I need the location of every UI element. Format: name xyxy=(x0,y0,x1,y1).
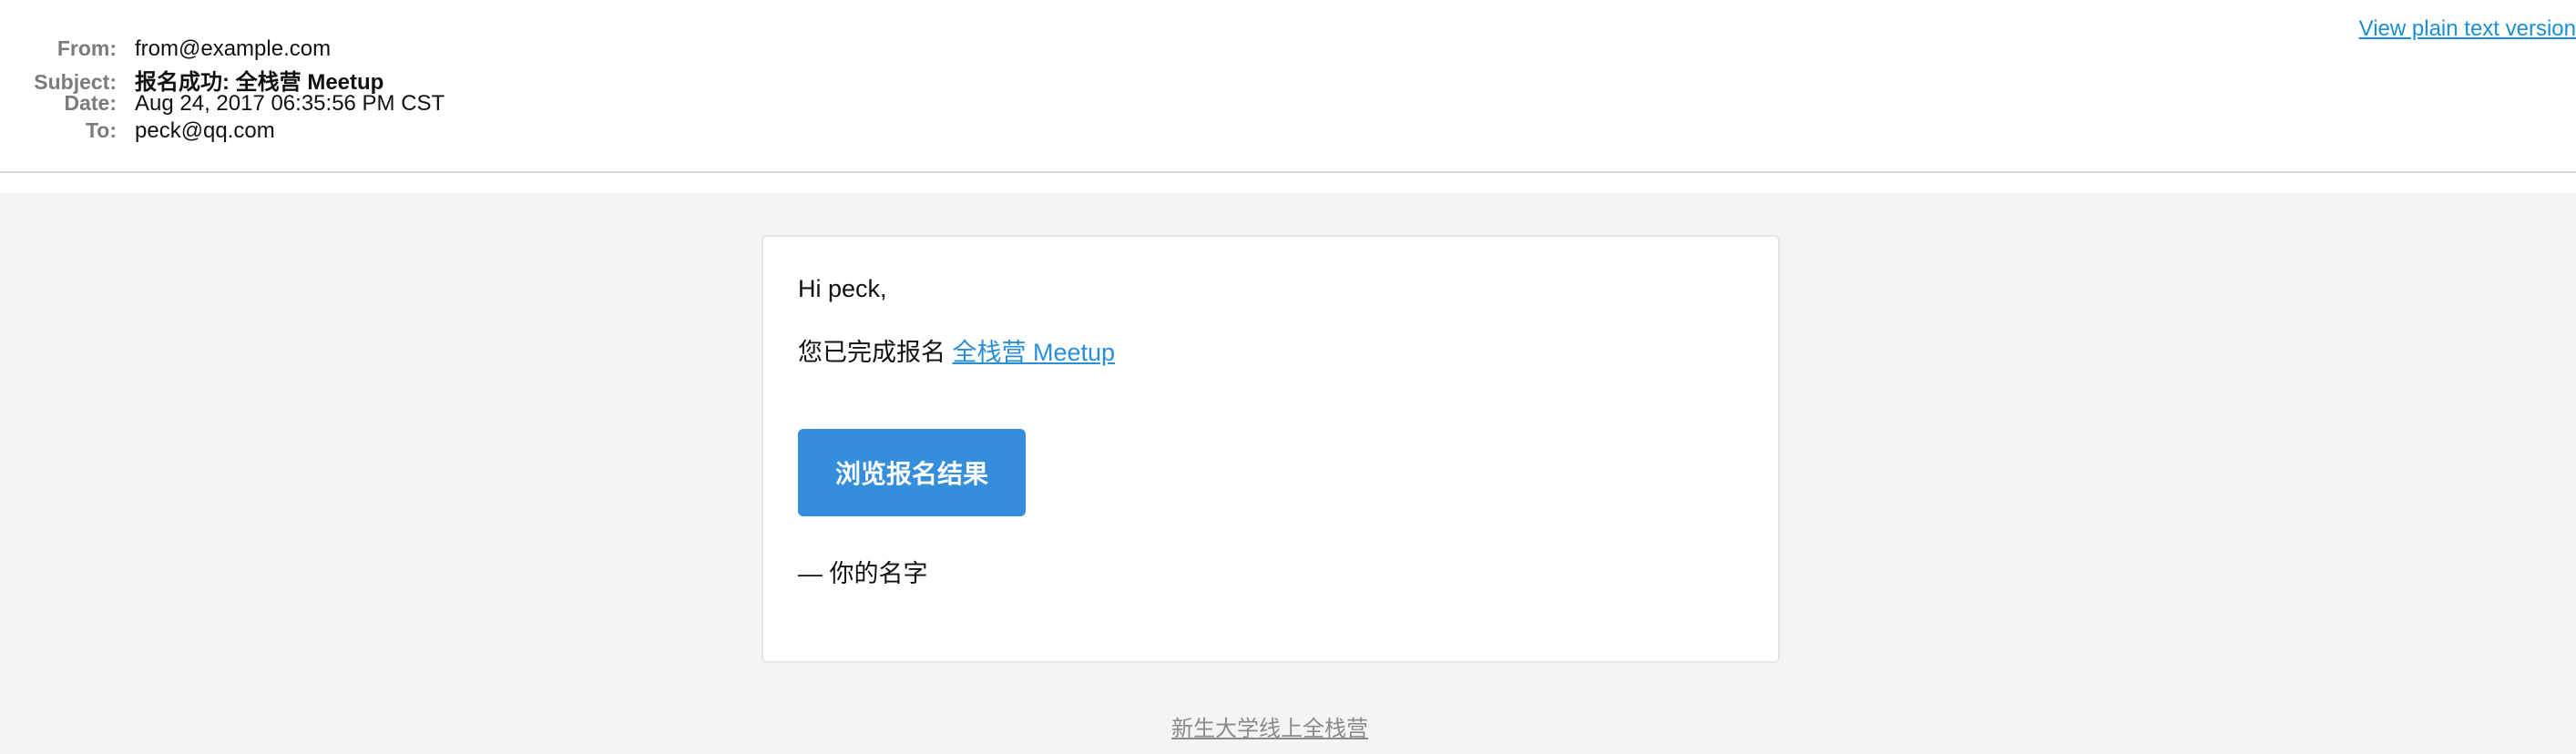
header-row-to: To: peck@qq.com xyxy=(0,118,445,146)
email-headers-table: From: from@example.com Subject: 报名成功: 全栈… xyxy=(0,36,445,146)
greeting-text: Hi peck, xyxy=(798,275,887,302)
signup-text: 您已完成报名 xyxy=(798,339,946,366)
to-value: peck@qq.com xyxy=(135,118,275,143)
from-value: from@example.com xyxy=(135,36,332,61)
email-body-area: Hi peck, 您已完成报名 全栈营 Meetup 浏览报名结果 — 你的名字… xyxy=(0,193,2576,754)
header-row-subject: Subject: 报名成功: 全栈营 Meetup xyxy=(0,64,445,95)
header-row-date: Date: Aug 24, 2017 06:35:56 PM CST xyxy=(0,91,445,118)
header-row-from: From: from@example.com xyxy=(0,36,445,64)
email-card: Hi peck, 您已完成报名 全栈营 Meetup 浏览报名结果 — 你的名字 xyxy=(762,235,1780,663)
view-results-button[interactable]: 浏览报名结果 xyxy=(798,429,1026,516)
signature-text: — 你的名字 xyxy=(798,560,928,587)
signup-message: 您已完成报名 全栈营 Meetup xyxy=(798,332,1115,368)
from-label: From: xyxy=(56,36,117,60)
email-header: From: from@example.com Subject: 报名成功: 全栈… xyxy=(0,0,2576,173)
date-label: Date: xyxy=(64,91,117,115)
event-link[interactable]: 全栈营 Meetup xyxy=(953,339,1116,366)
to-label: To: xyxy=(85,118,117,142)
view-plain-text-link[interactable]: View plain text version xyxy=(2359,16,2576,42)
footer-link[interactable]: 新生大学线上全栈营 xyxy=(0,710,2540,742)
date-value: Aug 24, 2017 06:35:56 PM CST xyxy=(135,91,445,116)
